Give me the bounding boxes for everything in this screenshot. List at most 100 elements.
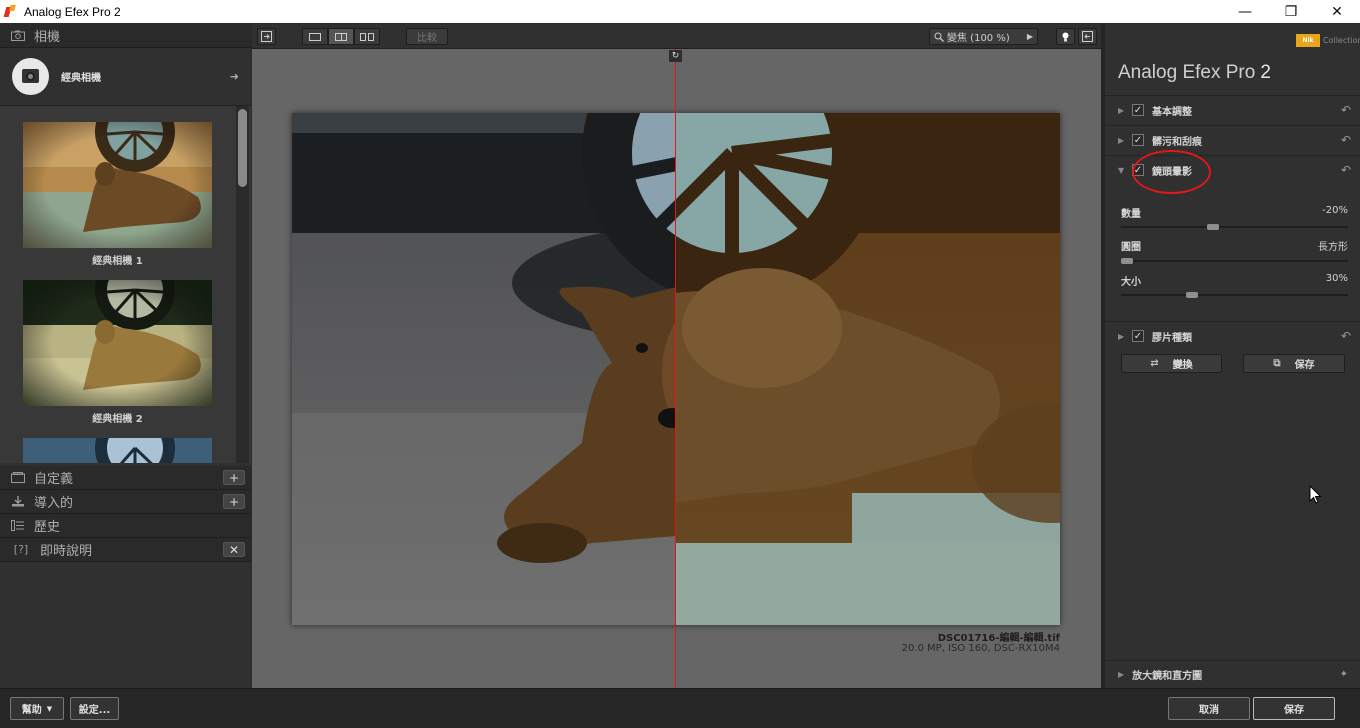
highlight-annotation	[1132, 150, 1211, 194]
minimize-button[interactable]: —	[1222, 0, 1268, 23]
expand-triangle-icon[interactable]: ▶	[1118, 670, 1124, 679]
shape-slider[interactable]	[1121, 258, 1348, 264]
add-custom-button[interactable]: +	[223, 470, 245, 485]
size-slider-knob[interactable]	[1186, 292, 1198, 298]
help-label: 幫助	[21, 705, 42, 716]
loupe-histogram-label: 放大鏡和直方圖	[1132, 671, 1203, 682]
amount-label: 數量	[1121, 209, 1141, 220]
light-bulb-icon[interactable]	[1056, 28, 1075, 45]
import-icon	[10, 496, 26, 508]
undo-icon[interactable]: ↶	[1341, 329, 1351, 343]
side-by-side-view-button[interactable]	[354, 28, 380, 45]
export-panel-icon[interactable]	[257, 28, 276, 45]
exit-panel-icon[interactable]	[1078, 28, 1097, 45]
size-value: 30%	[1325, 273, 1348, 284]
preset-label-1: 經典相機 1	[92, 256, 143, 267]
folder-icon	[10, 472, 26, 484]
scrollbar-thumb[interactable]	[238, 109, 247, 187]
control-film-type[interactable]: ▶ ✓ 膠片種類 ↶	[1105, 321, 1360, 350]
section-custom[interactable]: 自定義 +	[0, 466, 251, 490]
pin-icon[interactable]: ✦	[1340, 669, 1348, 680]
help-icon: [?]	[13, 543, 29, 556]
camera-section-header[interactable]: 相機	[0, 24, 251, 48]
dirt-scratches-label: 髒污和刮痕	[1152, 136, 1202, 148]
nik-collection-logo: Nik Collection	[1296, 34, 1360, 47]
expand-triangle-icon[interactable]: ▶	[1118, 106, 1128, 115]
product-name: Analog Efex Pro	[1118, 62, 1256, 83]
save-button[interactable]: 保存	[1253, 697, 1335, 720]
film-type-checkbox[interactable]: ✓	[1132, 330, 1144, 342]
section-history-label: 歷史	[34, 520, 61, 535]
image-meta: 20.0 MP, ISO 160, DSC-RX10M4	[901, 643, 1060, 654]
current-camera-name: 經典相機	[61, 73, 101, 84]
app-icon	[3, 4, 17, 19]
amount-slider[interactable]	[1121, 224, 1348, 230]
section-imported[interactable]: 導入的 +	[0, 490, 251, 514]
cancel-button[interactable]: 取消	[1168, 697, 1250, 720]
size-label: 大小	[1121, 277, 1141, 288]
preset-2-image	[23, 280, 212, 406]
zoom-arrow-icon: ▶	[1026, 32, 1033, 41]
shape-slider-knob[interactable]	[1121, 258, 1133, 264]
window-title: Analog Efex Pro 2	[24, 4, 121, 19]
single-view-icon	[309, 32, 321, 41]
split-view-icon	[335, 32, 347, 41]
camera-icon	[10, 30, 26, 42]
bottom-bar: 幫助 ▼ 設定... 取消 保存	[0, 688, 1360, 728]
amount-value: -20%	[1322, 205, 1348, 216]
magnifier-icon	[934, 32, 944, 42]
shuffle-button[interactable]: ⇄ 變換	[1121, 354, 1222, 373]
save-preset-label: 保存	[1294, 360, 1315, 371]
preset-thumbnail-3[interactable]	[23, 438, 212, 463]
preset-list-scrollbar[interactable]	[236, 106, 249, 463]
help-button[interactable]: 幫助 ▼	[10, 697, 64, 720]
nik-badge: Nik	[1296, 34, 1320, 47]
section-quick-help[interactable]: [?] 即時說明 ✕	[0, 538, 251, 562]
save-preset-button[interactable]: ⧉ 保存	[1243, 354, 1345, 373]
vignette-sliders: 數量 -20% 圓圈 長方形 大小 30%	[1105, 185, 1360, 320]
add-imported-button[interactable]: +	[223, 494, 245, 509]
collection-text: Collection	[1323, 36, 1360, 45]
size-slider[interactable]	[1121, 292, 1348, 298]
arrow-right-icon[interactable]: ➜	[230, 70, 239, 83]
expand-triangle-icon[interactable]: ▶	[1118, 136, 1128, 145]
center-toolbar: 比較 變焦 (100 %) ▶	[252, 24, 1101, 49]
collapse-triangle-icon[interactable]: ▼	[1118, 166, 1128, 175]
zoom-dropdown[interactable]: 變焦 (100 %) ▶	[929, 28, 1038, 45]
preset-thumbnail-1[interactable]	[23, 122, 212, 248]
preset-label-2: 經典相機 2	[92, 414, 143, 425]
section-imported-label: 導入的	[34, 496, 74, 511]
expand-triangle-icon[interactable]: ▶	[1118, 332, 1128, 341]
window-controls: — ❐ ✕	[1222, 0, 1360, 23]
control-dirt-scratches[interactable]: ▶ ✓ 髒污和刮痕 ↶	[1105, 125, 1360, 154]
settings-button[interactable]: 設定...	[70, 697, 119, 720]
split-swap-icon[interactable]: ↻	[669, 50, 682, 62]
shuffle-icon: ⇄	[1150, 358, 1159, 369]
undo-icon[interactable]: ↶	[1341, 103, 1351, 117]
close-help-button[interactable]: ✕	[223, 542, 245, 557]
side-by-side-icon	[360, 32, 374, 41]
preset-thumbnail-2[interactable]	[23, 280, 212, 406]
product-version: 2	[1260, 62, 1271, 83]
compare-button[interactable]: 比較	[406, 28, 448, 45]
loupe-histogram-row[interactable]: ▶ 放大鏡和直方圖 ✦	[1105, 660, 1360, 688]
save-preset-icon: ⧉	[1273, 358, 1281, 369]
close-button[interactable]: ✕	[1314, 0, 1360, 23]
maximize-button[interactable]: ❐	[1268, 0, 1314, 23]
single-view-button[interactable]	[302, 28, 328, 45]
split-divider[interactable]	[675, 49, 676, 688]
basic-adjustments-checkbox[interactable]: ✓	[1132, 104, 1144, 116]
split-view-button[interactable]	[328, 28, 354, 45]
amount-slider-knob[interactable]	[1207, 224, 1219, 230]
current-camera-row[interactable]: 經典相機 ➜	[0, 48, 251, 106]
dirt-scratches-checkbox[interactable]: ✓	[1132, 134, 1144, 146]
image-canvas[interactable]: ↻ DSC01716-編輯-編輯.tif 20.0 MP, ISO 160, D…	[252, 49, 1101, 688]
section-custom-label: 自定義	[34, 472, 74, 487]
section-history[interactable]: 歷史	[0, 514, 251, 538]
control-basic-adjustments[interactable]: ▶ ✓ 基本調整 ↶	[1105, 95, 1360, 124]
undo-icon[interactable]: ↶	[1341, 133, 1351, 147]
left-panel: 相機 經典相機 ➜ 經典相機 1 經典相機 2 自定義 + 導入的 + 歷史 […	[0, 24, 251, 688]
undo-icon[interactable]: ↶	[1341, 163, 1351, 177]
history-icon	[10, 520, 26, 532]
preset-thumbnail-list: 經典相機 1 經典相機 2	[0, 106, 251, 463]
